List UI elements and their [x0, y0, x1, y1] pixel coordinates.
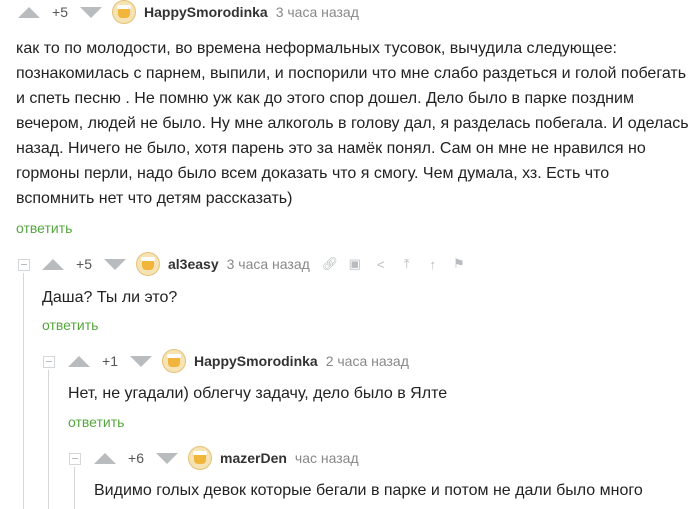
collapse-toggle-icon[interactable]	[18, 259, 30, 271]
vote-down-icon[interactable]	[104, 258, 126, 270]
avatar[interactable]	[188, 446, 212, 470]
comment-username[interactable]: al3easy	[168, 256, 219, 272]
comment-text: Даша? Ты ли это?	[42, 289, 178, 306]
comment-rating: +1	[102, 353, 118, 369]
comment-header: +5 HappySmorodinka 3 часа назад	[18, 0, 359, 24]
vote-up-icon[interactable]	[68, 355, 90, 367]
collapse-toggle-icon[interactable]	[43, 356, 55, 368]
comment-time[interactable]: 2 часа назад	[326, 353, 409, 369]
vote-down-icon[interactable]	[130, 355, 152, 367]
comment-text: Нет, не угадали) облегчу задачу, дело бы…	[68, 385, 448, 402]
reply-link[interactable]: ответить	[42, 317, 98, 333]
vote-down-icon[interactable]	[80, 6, 102, 18]
thread-branch-line[interactable]	[23, 273, 24, 509]
vote-down-icon[interactable]	[156, 452, 178, 464]
comment-rating: +5	[52, 4, 68, 20]
comment-time[interactable]: 3 часа назад	[276, 4, 359, 20]
vote-up-icon[interactable]	[94, 452, 116, 464]
avatar[interactable]	[162, 349, 186, 373]
comment-time[interactable]: час назад	[295, 450, 359, 466]
thread-branch-line[interactable]	[74, 467, 75, 509]
thread-branch-line[interactable]	[48, 370, 49, 509]
comment-time[interactable]: 3 часа назад	[227, 256, 310, 272]
branch-icon[interactable]: ↑	[426, 257, 440, 272]
vote-up-icon[interactable]	[18, 6, 40, 18]
comment-username[interactable]: HappySmorodinka	[144, 4, 268, 20]
comment-text: Видимо голых девок которые бегали в парк…	[94, 482, 643, 499]
comment-tools: 🔗︎ ▣ < ⤒ ↑ ⚑	[322, 256, 466, 272]
comments-page: +5 HappySmorodinka 3 часа назад как то п…	[0, 0, 700, 509]
avatar[interactable]	[112, 0, 136, 24]
comment-rating: +5	[76, 256, 92, 272]
avatar[interactable]	[136, 252, 160, 276]
comment-header: +5 al3easy 3 часа назад 🔗︎ ▣ < ⤒ ↑ ⚑	[42, 252, 466, 276]
comment-header: +1 HappySmorodinka 2 часа назад	[68, 349, 409, 373]
reply-link[interactable]: ответить	[16, 220, 72, 236]
arrow-up-icon[interactable]: ⤒	[400, 256, 414, 272]
comment-header: +6 mazerDen час назад	[94, 446, 359, 470]
vote-up-icon[interactable]	[42, 258, 64, 270]
comment-username[interactable]: HappySmorodinka	[194, 353, 318, 369]
comment-rating: +6	[128, 450, 144, 466]
link-icon[interactable]: 🔗︎	[322, 256, 339, 272]
comment-text: как то по молодости, во времена неформал…	[16, 40, 689, 207]
reply-link[interactable]: ответить	[68, 414, 124, 430]
collapse-toggle-icon[interactable]	[69, 453, 81, 465]
share-icon[interactable]: <	[374, 257, 388, 272]
flag-icon[interactable]: ⚑	[452, 256, 466, 272]
comment-username[interactable]: mazerDen	[220, 450, 287, 466]
save-icon[interactable]: ▣	[348, 256, 362, 272]
